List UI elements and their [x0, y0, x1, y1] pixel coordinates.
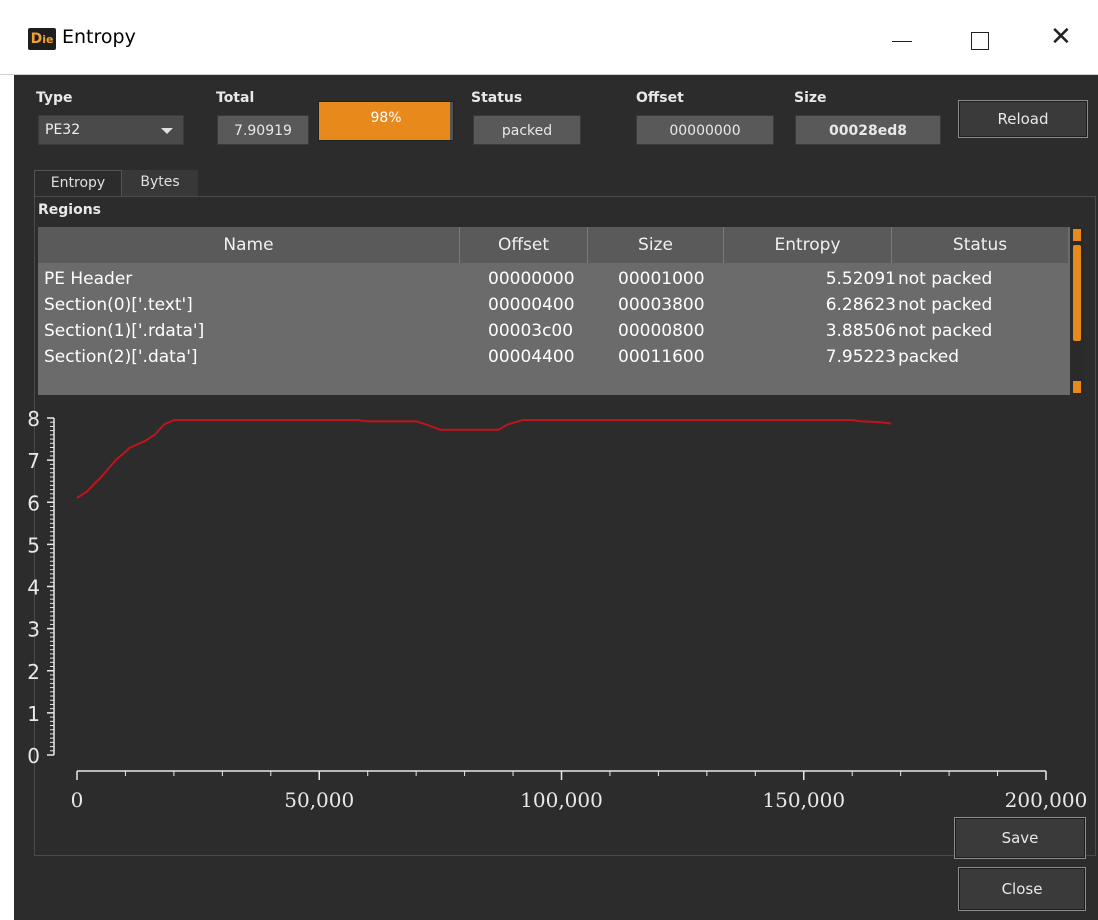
status-field: packed	[473, 115, 581, 145]
minimize-button[interactable]	[872, 14, 932, 64]
status-label: Status	[471, 90, 523, 106]
y-tick-label: 2	[27, 660, 40, 684]
cell-size: 00001000	[618, 269, 705, 289]
close-icon: ✕	[1050, 22, 1072, 52]
y-tick-label: 7	[27, 449, 40, 473]
cell-size: 00011600	[618, 347, 705, 367]
cell-size: 00003800	[618, 295, 705, 315]
entropy-progress-bar: 98%	[318, 101, 454, 141]
column-header-name[interactable]: Name	[38, 227, 460, 263]
total-field: 7.90919	[217, 115, 309, 145]
cell-entropy: 3.88506	[825, 321, 896, 341]
table-scrollbar[interactable]	[1070, 227, 1084, 395]
reload-button[interactable]: Reload	[958, 100, 1088, 138]
table-row[interactable]: Section(1)['.rdata'] 00003c00 00000800 3…	[38, 318, 1068, 344]
scroll-up-arrow-icon[interactable]	[1073, 229, 1081, 241]
cell-entropy: 5.52091	[825, 269, 896, 289]
column-header-entropy[interactable]: Entropy	[724, 227, 892, 263]
maximize-icon	[971, 32, 989, 50]
y-tick-label: 8	[27, 407, 40, 431]
cell-status: not packed	[898, 321, 993, 341]
size-label: Size	[794, 90, 827, 106]
column-header-status[interactable]: Status	[892, 227, 1068, 263]
cell-offset: 00004400	[488, 347, 575, 367]
column-header-size[interactable]: Size	[588, 227, 724, 263]
die-logo-icon: Die	[28, 28, 56, 50]
table-header: Name Offset Size Entropy Status	[38, 227, 1068, 263]
type-value: PE32	[45, 122, 81, 138]
close-window-button[interactable]: ✕	[1032, 14, 1092, 64]
offset-label: Offset	[636, 90, 684, 106]
cell-offset: 00000000	[488, 269, 575, 289]
cell-entropy: 6.28623	[825, 295, 896, 315]
cell-offset: 00000400	[488, 295, 575, 315]
regions-table[interactable]: Name Offset Size Entropy Status PE Heade…	[38, 227, 1084, 395]
cell-name: Section(0)['.text']	[44, 295, 193, 315]
cell-status: not packed	[898, 269, 993, 289]
type-select[interactable]: PE32	[38, 115, 184, 145]
entropy-window: Die Entropy ✕ Type PE32 Total 7.90919 98…	[0, 0, 1098, 920]
cell-name: Section(1)['.rdata']	[44, 321, 205, 341]
size-field[interactable]: 00028ed8	[795, 115, 941, 145]
offset-field[interactable]: 00000000	[636, 115, 774, 145]
table-row[interactable]: Section(0)['.text'] 00000400 00003800 6.…	[38, 292, 1068, 318]
cell-size: 00000800	[618, 321, 705, 341]
cell-status: packed	[898, 347, 960, 367]
progress-text: 98%	[370, 110, 402, 126]
cell-offset: 00003c00	[488, 321, 574, 341]
total-label: Total	[216, 90, 255, 106]
column-header-offset[interactable]: Offset	[460, 227, 588, 263]
cell-name: Section(2)['.data']	[44, 347, 198, 367]
table-row[interactable]: PE Header 00000000 00001000 5.52091 not …	[38, 266, 1068, 292]
y-tick-label: 0	[27, 744, 40, 768]
x-tick-label: 200,000	[1005, 788, 1088, 812]
scrollbar-thumb[interactable]	[1073, 245, 1081, 341]
entropy-series-line	[76, 419, 892, 499]
entropy-chart: 0 1 2 3 4 5 6 7 8 0 50,000 100,000 150,000 200,000	[27, 407, 1088, 812]
y-tick-label: 5	[27, 533, 40, 557]
title-bar[interactable]: Die Entropy ✕	[0, 0, 1098, 75]
y-tick-label: 3	[27, 618, 40, 642]
tab-entropy[interactable]: Entropy	[34, 170, 122, 197]
x-tick-label: 50,000	[284, 788, 354, 812]
scroll-down-arrow-icon[interactable]	[1073, 381, 1081, 393]
maximize-button[interactable]	[950, 14, 1010, 64]
y-tick-label: 1	[27, 702, 40, 726]
cell-entropy: 7.95223	[825, 347, 896, 367]
window-title: Entropy	[62, 26, 136, 48]
regions-label: Regions	[38, 202, 102, 218]
x-tick-label: 0	[71, 788, 84, 812]
minimize-icon	[892, 41, 912, 42]
table-row[interactable]: Section(2)['.data'] 00004400 00011600 7.…	[38, 344, 1068, 370]
chevron-down-icon	[161, 128, 173, 134]
close-button[interactable]: Close	[958, 867, 1086, 911]
type-label: Type	[36, 90, 73, 106]
y-tick-label: 4	[27, 576, 40, 600]
x-tick-label: 100,000	[520, 788, 603, 812]
cell-status: not packed	[898, 295, 993, 315]
y-tick-label: 6	[27, 491, 40, 515]
tab-bytes[interactable]: Bytes	[122, 170, 198, 197]
x-tick-label: 150,000	[762, 788, 845, 812]
cell-name: PE Header	[44, 269, 133, 289]
